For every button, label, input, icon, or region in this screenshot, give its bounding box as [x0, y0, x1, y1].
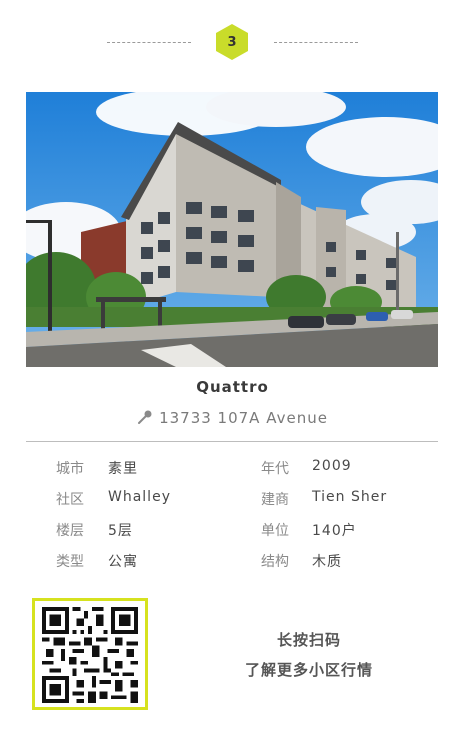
section-number-badge: 3: [216, 24, 248, 60]
pin-icon: [137, 409, 153, 429]
property-address: 13733 107A Avenue: [0, 409, 465, 429]
detail-value-floors: 5层: [108, 523, 133, 539]
address-text: 13733 107A Avenue: [159, 409, 328, 427]
property-name: Quattro: [196, 378, 269, 396]
detail-label-structure: 结构: [261, 554, 289, 570]
detail-value-year: 2009: [312, 458, 352, 474]
detail-value-city: 素里: [108, 461, 138, 477]
qr-code-icon: [42, 607, 138, 703]
detail-label-units: 单位: [261, 523, 289, 539]
section-divider: [26, 441, 438, 442]
detail-label-year: 年代: [261, 461, 289, 477]
detail-value-community: Whalley: [108, 489, 171, 505]
detail-label-type: 类型: [56, 554, 84, 570]
divider-right: [274, 42, 358, 43]
cta-line-1: 长按扫码: [276, 631, 341, 649]
detail-value-type: 公寓: [108, 554, 138, 570]
cta-line-2: 了解更多小区行情: [244, 661, 373, 679]
section-header: 3: [0, 22, 465, 62]
detail-value-structure: 木质: [312, 554, 342, 570]
building-photo: [26, 92, 438, 367]
detail-label-city: 城市: [56, 461, 84, 477]
detail-value-developer: Tien Sher: [312, 489, 388, 505]
detail-value-units: 140户: [312, 523, 357, 539]
detail-label-floors: 楼层: [56, 523, 84, 539]
qr-code[interactable]: [32, 598, 148, 710]
detail-label-developer: 建商: [261, 492, 289, 508]
detail-label-community: 社区: [56, 492, 84, 508]
divider-left: [107, 42, 191, 43]
